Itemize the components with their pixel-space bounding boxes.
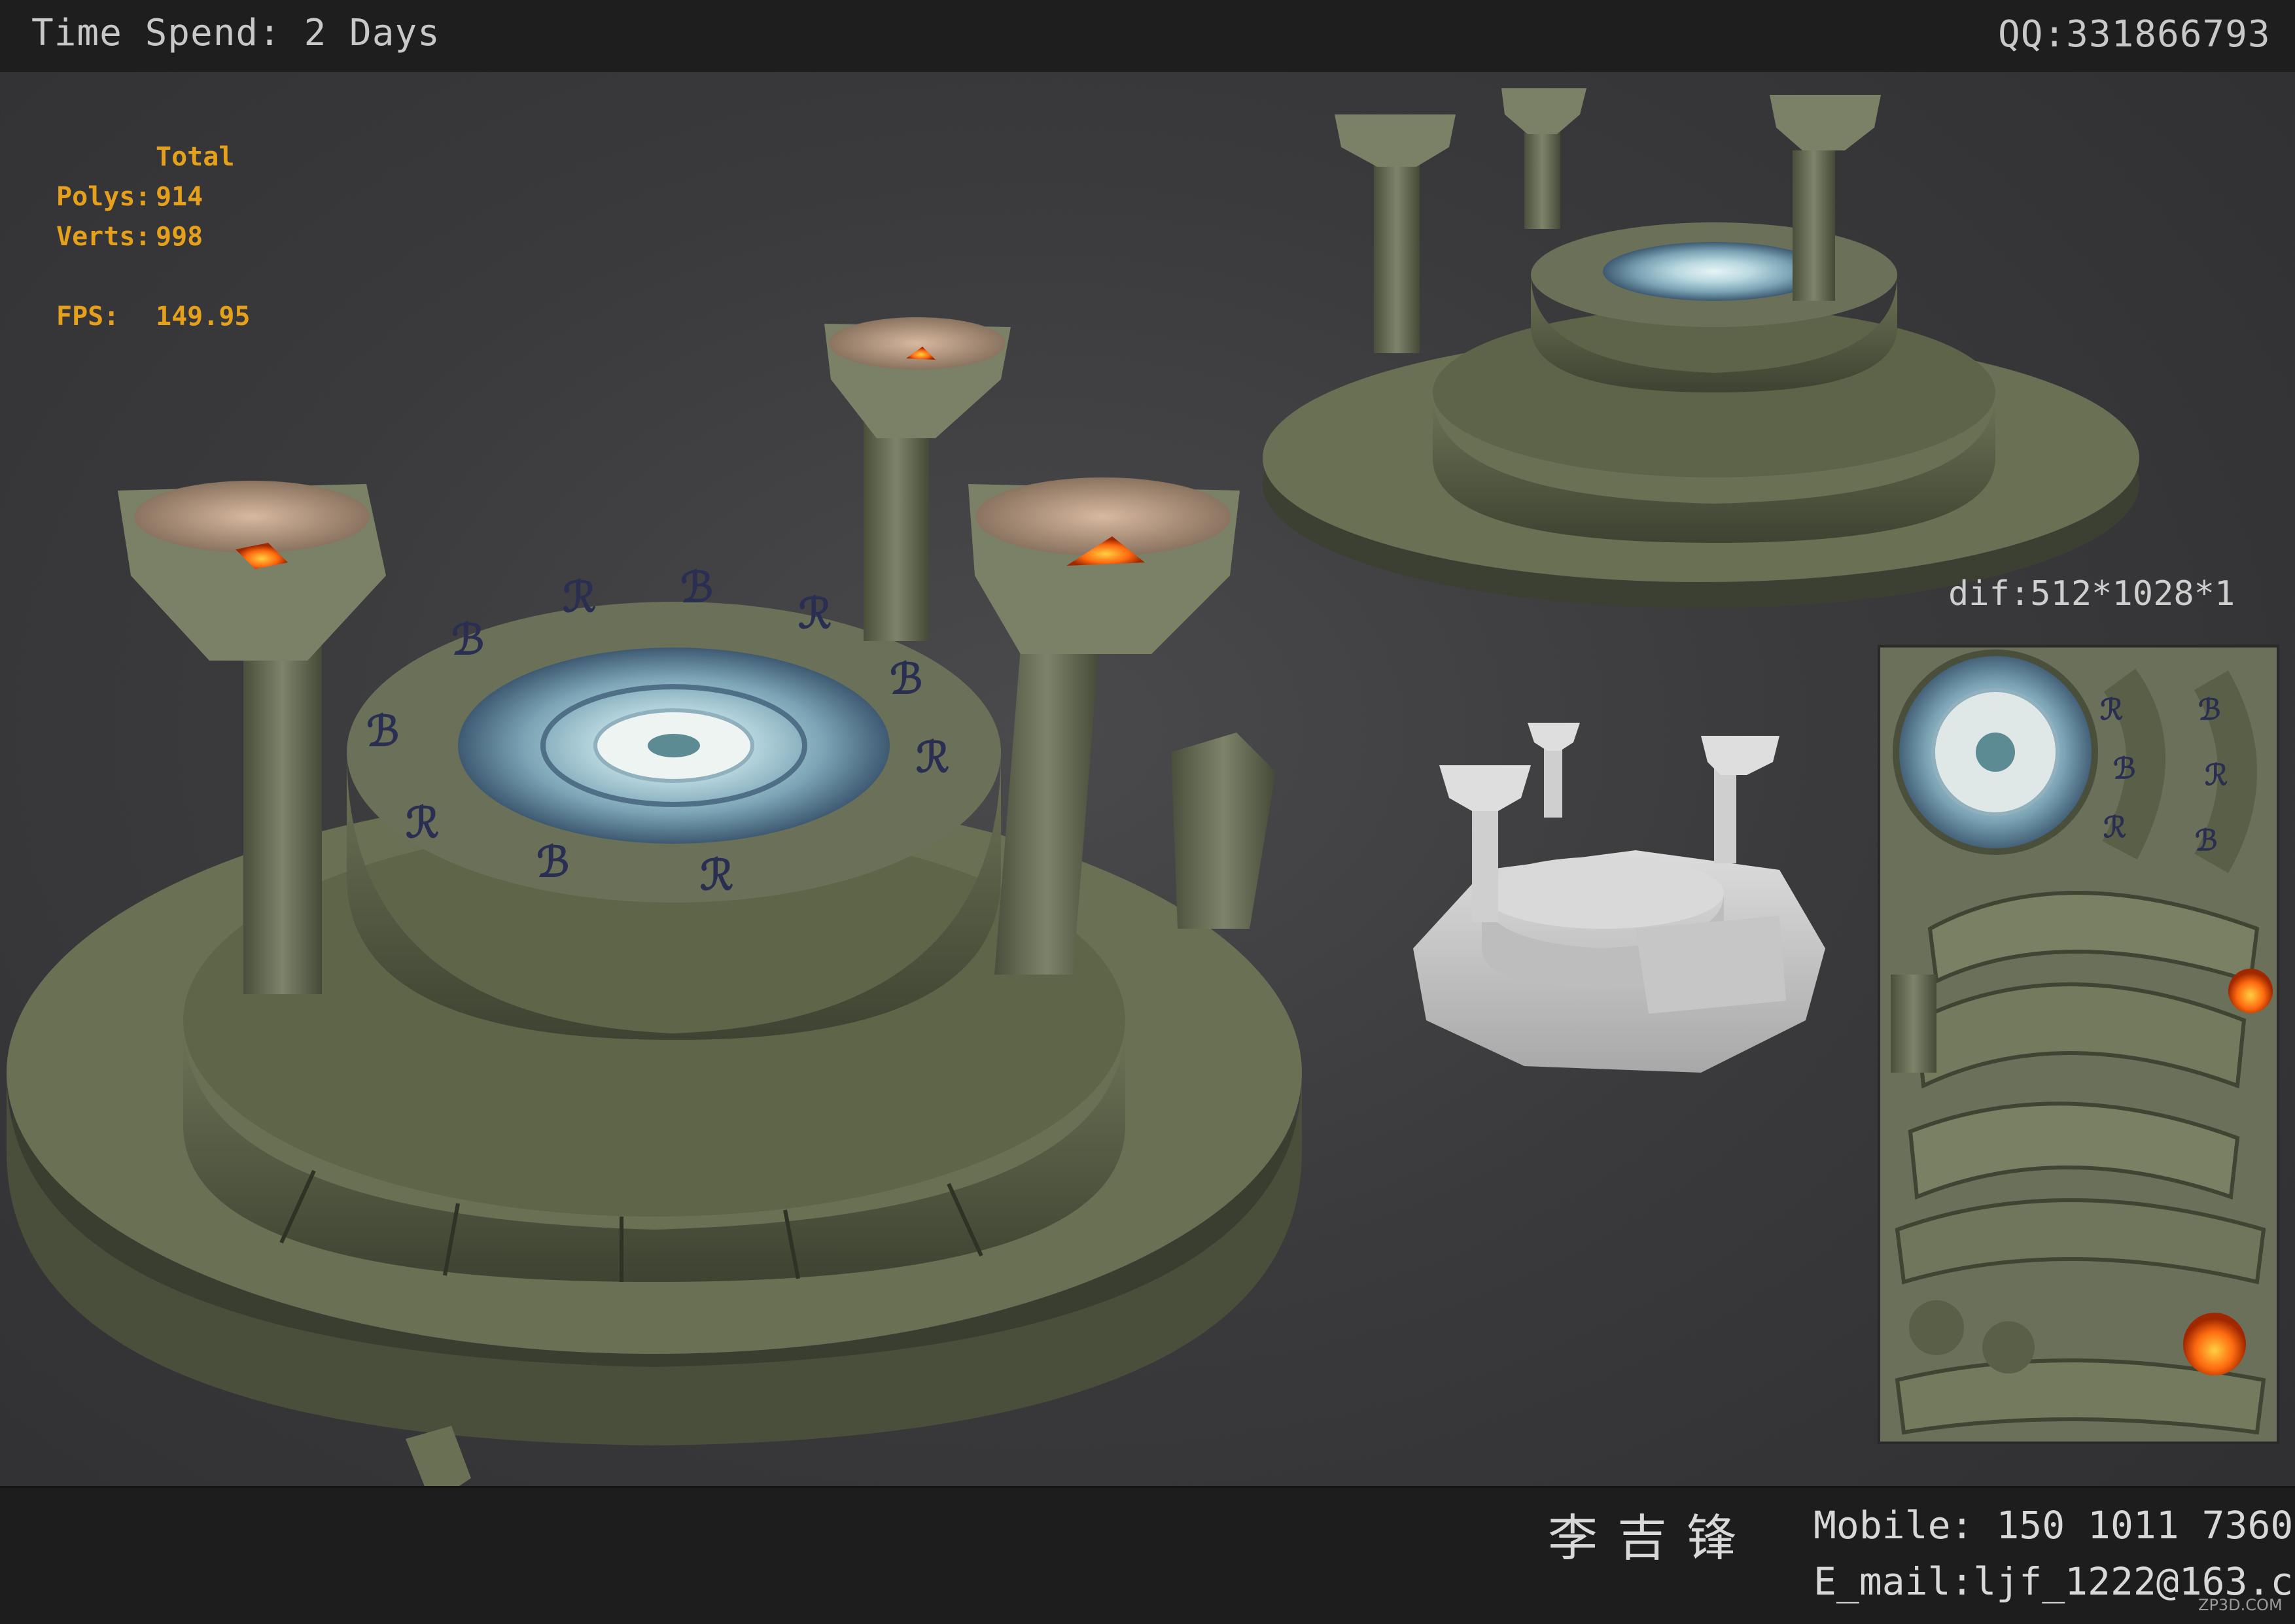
main-altar-model: ℬ ℛ ℬ ℛ ℬ ℛ ℬ ℛ ℬ ℛ — [7, 317, 1302, 1504]
portal-rune-icon: ℛ — [2100, 693, 2123, 727]
fire-icon — [2183, 1313, 2246, 1375]
portal-rune-icon: ℬ — [2198, 693, 2221, 727]
author-name: 李吉锋 — [1548, 1509, 1756, 1567]
portal-rune-icon: ℛ — [916, 733, 949, 782]
portal-rune-icon: ℛ — [798, 589, 832, 638]
portal-rune-icon: ℬ — [451, 615, 484, 665]
render-canvas: ℬ ℛ ℬ ℛ ℬ ℛ ℬ ℛ ℬ ℛ ℛ ℬ ℛ ℬ ℛ ℬ — [7, 88, 2279, 1613]
texture-sheet: ℛ ℬ ℛ ℬ ℛ ℬ — [1878, 645, 2279, 1444]
mobile-contact: Mobile: 150 1011 7360 — [1813, 1503, 2294, 1547]
pillar-back — [824, 317, 1011, 641]
portal-rune-icon: ℛ — [2205, 759, 2228, 792]
portal-rune-icon: ℬ — [2113, 752, 2136, 786]
portal-rune-icon: ℬ — [536, 838, 569, 887]
portal-rune-icon: ℬ — [2195, 824, 2218, 857]
portal-rune-icon: ℛ — [700, 851, 733, 900]
portal-rune-icon: ℬ — [366, 707, 399, 756]
broken-pillar — [1171, 733, 1276, 929]
portal-rune-icon: ℬ — [890, 655, 922, 704]
portal-rune-icon: ℛ — [563, 573, 596, 622]
preview-textured-model — [1263, 88, 2139, 608]
portal-rune-icon: ℬ — [680, 563, 713, 612]
site-watermark: ZP3D.COM — [2198, 1596, 2283, 1614]
texture-spec-label: dif:512*1028*1 — [1948, 574, 2235, 613]
portal-rune-icon: ℛ — [406, 799, 439, 848]
fire-icon — [2228, 969, 2273, 1013]
portal-rune-icon: ℛ — [2103, 811, 2126, 844]
preview-clay-model — [1413, 723, 1825, 1073]
